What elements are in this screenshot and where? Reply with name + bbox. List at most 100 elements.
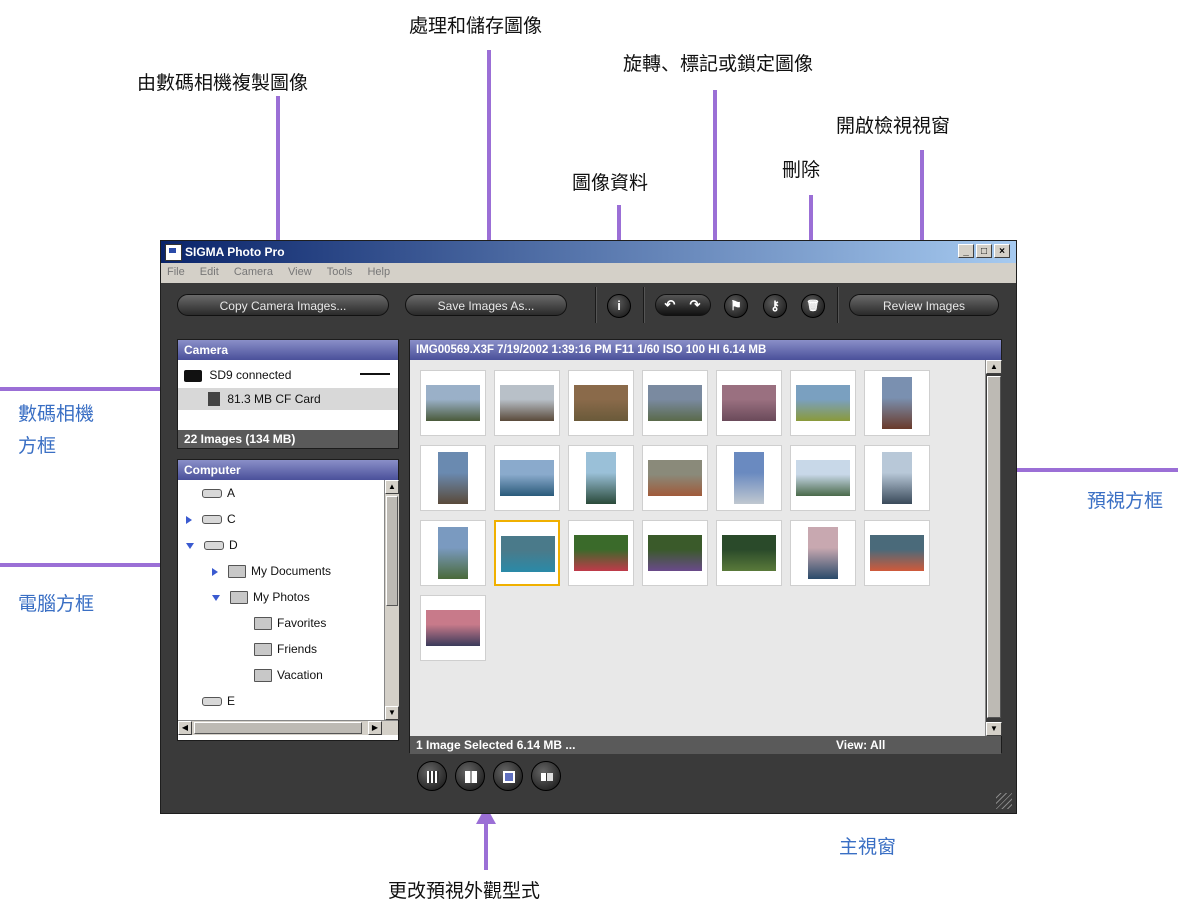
collapse-arrow-icon[interactable] xyxy=(186,542,194,549)
thumbnail-image xyxy=(734,452,764,504)
tree-horizontal-scrollbar[interactable]: ◀ ▶ xyxy=(178,720,398,735)
camera-device-row[interactable]: SD9 connected xyxy=(184,368,392,382)
folder-icon xyxy=(230,591,248,605)
close-button[interactable]: × xyxy=(994,244,1010,258)
copy-camera-images-button[interactable]: Copy Camera Images... xyxy=(177,294,389,316)
image-thumbnail[interactable] xyxy=(420,445,486,511)
image-info-button[interactable]: i xyxy=(607,294,631,318)
image-thumbnail[interactable] xyxy=(420,520,486,586)
preview-scroll-up[interactable]: ▲ xyxy=(986,360,1002,374)
large-thumbnails-view-button[interactable] xyxy=(455,761,485,791)
menu-tools[interactable]: Tools xyxy=(321,263,359,281)
image-thumbnail[interactable] xyxy=(642,445,708,511)
image-thumbnail[interactable] xyxy=(716,445,782,511)
tree-vertical-scrollbar[interactable]: ▲ ▼ xyxy=(384,480,399,720)
image-thumbnail[interactable] xyxy=(864,445,930,511)
minimize-button[interactable]: _ xyxy=(958,244,974,258)
maximize-button[interactable]: □ xyxy=(976,244,992,258)
annotation-image-info: 圖像資料 xyxy=(572,172,649,194)
lock-key-button[interactable]: ⚷ xyxy=(763,294,787,318)
thumbnail-image xyxy=(648,460,702,496)
computer-panel-header: Computer xyxy=(178,460,398,480)
thumbnail-image xyxy=(574,385,628,421)
preview-vertical-scrollbar[interactable]: ▲ ▼ xyxy=(985,360,1002,736)
image-thumbnail[interactable] xyxy=(716,370,782,436)
tree-item-e[interactable]: E xyxy=(186,694,235,708)
detail-view-button[interactable] xyxy=(531,761,561,791)
toolbar-separator xyxy=(837,287,839,323)
rotate-left-button[interactable]: ↶ xyxy=(658,294,682,318)
image-thumbnail[interactable] xyxy=(642,370,708,436)
annotation-preview-pane: 預視方框 xyxy=(1087,490,1164,512)
view-filter-status[interactable]: View: All xyxy=(836,736,885,754)
image-thumbnail[interactable] xyxy=(790,370,856,436)
thumbnail-image xyxy=(438,452,468,504)
tree-item-label: A xyxy=(227,486,236,500)
rotate-right-button[interactable]: ↷ xyxy=(683,294,707,318)
thumbnail-image xyxy=(586,452,616,504)
single-image-view-button[interactable] xyxy=(493,761,523,791)
thumbnail-image xyxy=(882,452,912,504)
toolbar-separator xyxy=(595,287,597,323)
image-thumbnail[interactable] xyxy=(790,445,856,511)
delete-button[interactable]: 🗑 xyxy=(801,294,825,318)
image-thumbnail[interactable] xyxy=(864,520,930,586)
image-thumbnail[interactable] xyxy=(716,520,782,586)
cf-card-row[interactable]: 81.3 MB CF Card xyxy=(178,388,398,410)
save-images-as-button[interactable]: Save Images As... xyxy=(405,294,567,316)
image-thumbnail[interactable] xyxy=(494,370,560,436)
tree-item-favorites[interactable]: Favorites xyxy=(238,616,326,631)
tree-item-a[interactable]: A xyxy=(186,486,235,500)
preview-panel: IMG00569.X3F 7/19/2002 1:39:16 PM F11 1/… xyxy=(409,339,1002,754)
menu-help[interactable]: Help xyxy=(361,263,396,281)
preview-scroll-down[interactable]: ▼ xyxy=(986,722,1002,736)
collapse-arrow-icon[interactable] xyxy=(212,594,220,601)
tree-item-label: D xyxy=(229,538,238,552)
tree-item-friends[interactable]: Friends xyxy=(238,642,317,657)
menu-file[interactable]: File xyxy=(161,263,191,281)
tree-item-vacation[interactable]: Vacation xyxy=(238,668,323,683)
menu-camera[interactable]: Camera xyxy=(228,263,279,281)
app-icon xyxy=(165,244,182,261)
annotation-rotate-mark-lock: 旋轉、標記或鎖定圖像 xyxy=(623,53,814,75)
tree-item-d[interactable]: D xyxy=(186,538,238,552)
expand-arrow-icon[interactable] xyxy=(212,567,218,576)
tree-item-label: E xyxy=(227,694,236,708)
image-thumbnail[interactable] xyxy=(864,370,930,436)
scroll-left-button[interactable]: ◀ xyxy=(178,721,192,735)
image-thumbnail[interactable] xyxy=(568,370,634,436)
resize-grip-icon[interactable] xyxy=(996,793,1012,809)
cf-card-label: 81.3 MB CF Card xyxy=(227,392,321,406)
folder-tree: A C D My Documents My Photos Favorites Friends… xyxy=(178,482,384,718)
title-bar[interactable]: SIGMA Photo Pro _ □ × xyxy=(161,241,1016,263)
image-thumbnail[interactable] xyxy=(494,445,560,511)
image-thumbnail[interactable] xyxy=(420,370,486,436)
thumbnail-image xyxy=(574,535,628,571)
preview-scroll-thumb[interactable] xyxy=(987,376,1001,718)
image-thumbnail[interactable] xyxy=(642,520,708,586)
window-title: SIGMA Photo Pro xyxy=(185,245,285,259)
main-window: SIGMA Photo Pro _ □ × File Edit Camera V… xyxy=(160,240,1017,814)
review-images-button[interactable]: Review Images xyxy=(849,294,999,316)
image-thumbnail[interactable] xyxy=(420,595,486,661)
small-thumbnails-view-button[interactable] xyxy=(417,761,447,791)
menu-edit[interactable]: Edit xyxy=(194,263,225,281)
image-thumbnail[interactable] xyxy=(568,520,634,586)
image-thumbnail[interactable] xyxy=(568,445,634,511)
flag-button[interactable]: ⚑ xyxy=(724,294,748,318)
tree-item-my-documents[interactable]: My Documents xyxy=(212,564,331,579)
expand-arrow-icon[interactable] xyxy=(186,515,192,524)
scroll-up-button[interactable]: ▲ xyxy=(385,480,399,494)
scroll-thumb[interactable] xyxy=(386,496,398,606)
image-thumbnail[interactable] xyxy=(790,520,856,586)
view-mode-bar xyxy=(409,753,609,801)
camera-panel: Camera SD9 connected 81.3 MB CF Card 22 … xyxy=(177,339,399,449)
tree-item-label: C xyxy=(227,512,236,526)
horizontal-scroll-thumb[interactable] xyxy=(194,722,362,734)
scroll-right-button[interactable]: ▶ xyxy=(368,721,382,735)
menu-view[interactable]: View xyxy=(282,263,318,281)
scroll-down-button[interactable]: ▼ xyxy=(385,706,399,720)
tree-item-my-photos[interactable]: My Photos xyxy=(212,590,310,605)
tree-item-c[interactable]: C xyxy=(186,512,236,526)
image-thumbnail[interactable] xyxy=(494,520,560,586)
